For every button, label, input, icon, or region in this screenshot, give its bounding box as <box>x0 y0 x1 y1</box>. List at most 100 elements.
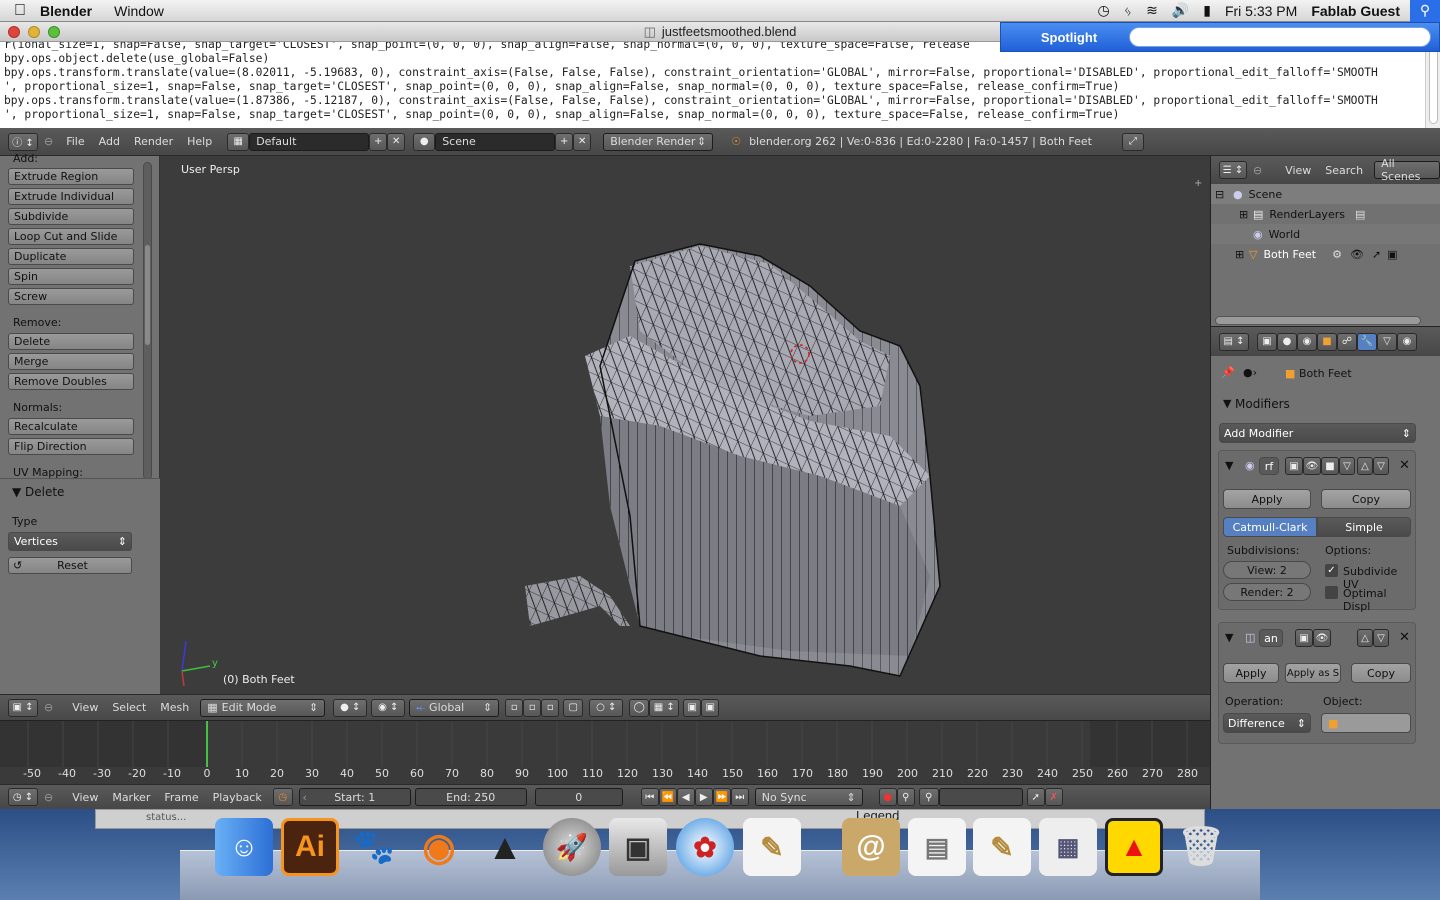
show-editmode-icon[interactable]: ■ <box>1321 457 1339 475</box>
safari-icon[interactable]: ✿ <box>676 818 734 876</box>
material-tab-icon[interactable]: ◉ <box>1397 332 1417 351</box>
constraints-tab-icon[interactable]: ☍ <box>1337 332 1357 351</box>
render-camera-icon[interactable]: ▣ <box>683 698 702 717</box>
use-preview-range-icon[interactable]: ◷ <box>272 788 293 806</box>
scene-icon[interactable]: ● <box>413 132 436 151</box>
outliner-row-world[interactable]: ◉ World <box>1211 224 1440 244</box>
move-down-icon[interactable]: ▽ <box>1373 457 1389 475</box>
menu-search[interactable]: Search <box>1318 164 1370 177</box>
illustrator-icon[interactable]: Ai <box>281 818 339 876</box>
apply-button[interactable]: Apply <box>1223 663 1279 683</box>
show-viewport-icon[interactable]: 👁 <box>1313 629 1331 647</box>
copy-button[interactable]: Copy <box>1351 663 1411 683</box>
collapse-menu-icon[interactable]: ⊖ <box>1253 164 1262 177</box>
menu-view[interactable]: View <box>65 791 105 804</box>
outliner-row-both-feet[interactable]: ⊞ ▽ Both Feet ⚙ 👁 ➚ ▣ <box>1211 244 1440 264</box>
menu-frame[interactable]: Frame <box>157 791 205 804</box>
web-page-icon[interactable]: ▦ <box>1039 818 1097 876</box>
remove-modifier-icon[interactable]: ✕ <box>1399 630 1410 645</box>
insert-keyframe-icon[interactable]: ➚ <box>1026 788 1045 806</box>
render-levels-field[interactable]: Render: 2 <box>1223 583 1311 601</box>
expand-icon[interactable]: ⊞ <box>1239 208 1249 221</box>
viewport-shading-icon[interactable]: ● ↕ <box>333 698 368 717</box>
modifiers-panel-title[interactable]: Modifiers <box>1235 397 1290 411</box>
menu-mesh[interactable]: Mesh <box>153 701 196 714</box>
operator-panel-expand-icon[interactable]: ▼ <box>12 485 21 499</box>
collapse-menu-icon[interactable]: ⊖ <box>44 135 53 148</box>
user-menu[interactable]: Fablab Guest <box>1311 3 1400 19</box>
render-anim-icon[interactable]: ▣ <box>701 698 720 717</box>
timeline-ruler[interactable]: -50 -40 -30 -20 -10 0 10 20 30 40 50 60 70 80 90 100 110… <box>0 767 1210 783</box>
info-console[interactable]: r(ional_size=1, snap=False, snap_target=… <box>0 42 1425 128</box>
modifier-collapse-icon[interactable]: ▼ <box>1225 459 1233 472</box>
recalculate-button[interactable]: Recalculate <box>8 418 134 435</box>
inkscape-icon[interactable]: ▲ <box>476 818 534 876</box>
remove-doubles-button[interactable]: Remove Doubles <box>8 373 134 390</box>
duplicate-button[interactable]: Duplicate <box>8 248 134 265</box>
spin-button[interactable]: Spin <box>8 268 134 285</box>
console-scrollbar[interactable] <box>1425 42 1440 128</box>
add-layout-icon[interactable]: + <box>369 132 388 151</box>
collapse-icon[interactable]: ⊟ <box>1215 188 1225 201</box>
simple-option[interactable]: Simple <box>1317 517 1411 537</box>
sync-mode-select[interactable]: No Sync ⇕ <box>754 788 863 806</box>
move-up-icon[interactable]: △ <box>1357 629 1373 647</box>
extrude-individual-button[interactable]: Extrude Individual <box>8 188 134 205</box>
scene-tab-icon[interactable]: ● <box>1277 332 1297 351</box>
show-render-icon[interactable]: ▣ <box>1285 457 1303 475</box>
apply-button[interactable]: Apply <box>1223 489 1311 509</box>
operator-panel-title[interactable]: Delete <box>25 485 64 499</box>
display-mode-select[interactable]: All Scenes <box>1374 157 1440 183</box>
menu-render[interactable]: Render <box>127 135 180 148</box>
view-levels-field[interactable]: View: 2 <box>1223 561 1311 579</box>
loop-cut-slide-button[interactable]: Loop Cut and Slide <box>8 228 134 245</box>
delete-keyframe-icon[interactable]: ✗ <box>1044 788 1063 806</box>
panel-expand-icon[interactable]: ▼ <box>1223 397 1231 410</box>
occlude-geometry-icon[interactable]: ▢ <box>563 698 584 717</box>
jump-start-icon[interactable]: ⏮ <box>640 788 659 806</box>
vertex-select-icon[interactable]: ▫ <box>505 698 524 717</box>
document-icon[interactable]: ▤ <box>908 818 966 876</box>
play-icon[interactable]: ▶ <box>694 788 713 806</box>
window-menu[interactable]: Window <box>114 3 164 19</box>
address-book-icon[interactable]: @ <box>842 818 900 876</box>
remove-modifier-icon[interactable]: ✕ <box>1399 458 1410 473</box>
battery-icon[interactable]: ▮ <box>1203 2 1211 19</box>
object-field[interactable]: ■ <box>1321 713 1411 733</box>
modifier-name-field[interactable]: an <box>1259 629 1283 647</box>
gimp-icon[interactable]: 🐾 <box>345 818 403 876</box>
app-menu[interactable]: Blender <box>40 3 92 19</box>
3d-viewport[interactable]: User Persp + y (0) Both Feet <box>160 156 1210 694</box>
menu-add[interactable]: Add <box>92 135 127 148</box>
edge-select-icon[interactable]: ▫ <box>523 698 542 717</box>
menu-select[interactable]: Select <box>105 701 153 714</box>
modifier-name-field[interactable]: rf <box>1259 457 1279 475</box>
outliner-row-scene[interactable]: ⊟ ● Scene <box>1211 184 1440 204</box>
editor-type-timeline-icon[interactable]: ◷ ↕ <box>8 788 38 806</box>
show-viewport-icon[interactable]: 👁 <box>1303 457 1321 475</box>
render-tab-icon[interactable]: ▣ <box>1257 332 1277 351</box>
apply-as-shape-button[interactable]: Apply as S <box>1285 663 1341 683</box>
show-cage-icon[interactable]: ▽ <box>1339 457 1355 475</box>
menu-help[interactable]: Help <box>180 135 219 148</box>
active-keying-set-icon[interactable]: ⚲ <box>918 788 939 806</box>
merge-button[interactable]: Merge <box>8 353 134 370</box>
editor-type-3d-icon[interactable]: ▣ ↕ <box>8 698 38 717</box>
flip-direction-button[interactable]: Flip Direction <box>8 438 134 455</box>
proportional-edit-icon[interactable]: ○ ↕ <box>589 698 624 717</box>
screen-layout-field[interactable]: Default <box>249 132 370 151</box>
operation-select[interactable]: Difference ⇕ <box>1223 713 1311 733</box>
fullscreen-icon[interactable]: ⤢ <box>1122 132 1144 151</box>
renderable-camera-icon[interactable]: ▣ <box>1387 248 1397 261</box>
selectable-cursor-icon[interactable]: ➚ <box>1372 248 1381 261</box>
finder-icon[interactable]: ☺ <box>215 818 273 876</box>
subdivide-button[interactable]: Subdivide <box>8 208 134 225</box>
launchpad-icon[interactable]: 🚀 <box>543 818 601 876</box>
zoom-window-button[interactable] <box>48 26 60 38</box>
pivot-point-icon[interactable]: ◉ ↕ <box>371 698 406 717</box>
menu-file[interactable]: File <box>59 135 91 148</box>
snap-element-icon[interactable]: ▦ ↕ <box>649 698 680 717</box>
pin-icon[interactable]: 📌 <box>1221 366 1235 379</box>
image-capture-icon[interactable]: ▣ <box>609 818 667 876</box>
editor-type-info-icon[interactable]: ⓘ ↕ <box>8 132 38 151</box>
